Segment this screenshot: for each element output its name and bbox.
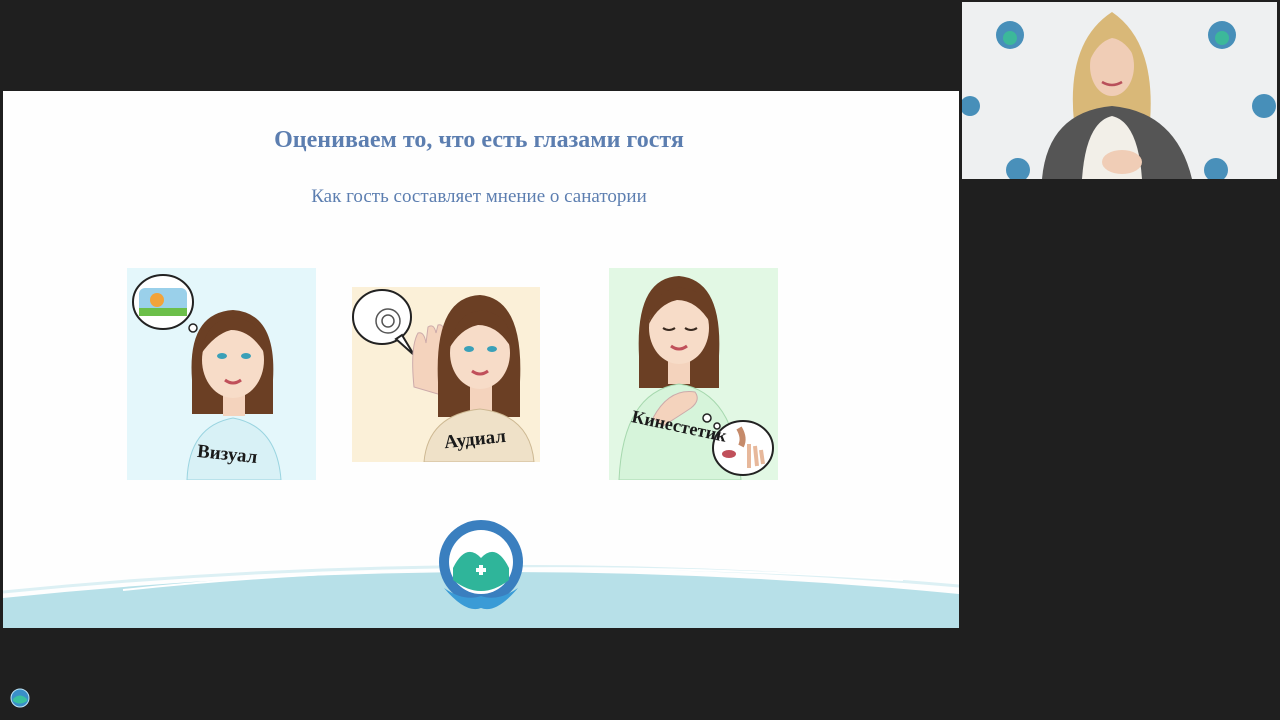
woman-kinesthetic-illustration [618, 276, 774, 480]
association-logo-icon [439, 520, 523, 610]
presenter-video-illustration [962, 2, 1277, 179]
card-kinesthetic: Кинестетик [609, 268, 778, 480]
card-auditory: Аудиал [352, 287, 540, 462]
webcam-video-feed [962, 2, 1277, 179]
card-visual: Визуал [127, 268, 316, 480]
presentation-slide: Оцениваем то, что есть глазами гостя Как… [3, 91, 959, 628]
slide-title: Оцениваем то, что есть глазами гостя [274, 127, 684, 153]
slide-subtitle: Как гость составляет мнение о санатории [311, 186, 647, 207]
globe-icon[interactable] [10, 688, 30, 708]
